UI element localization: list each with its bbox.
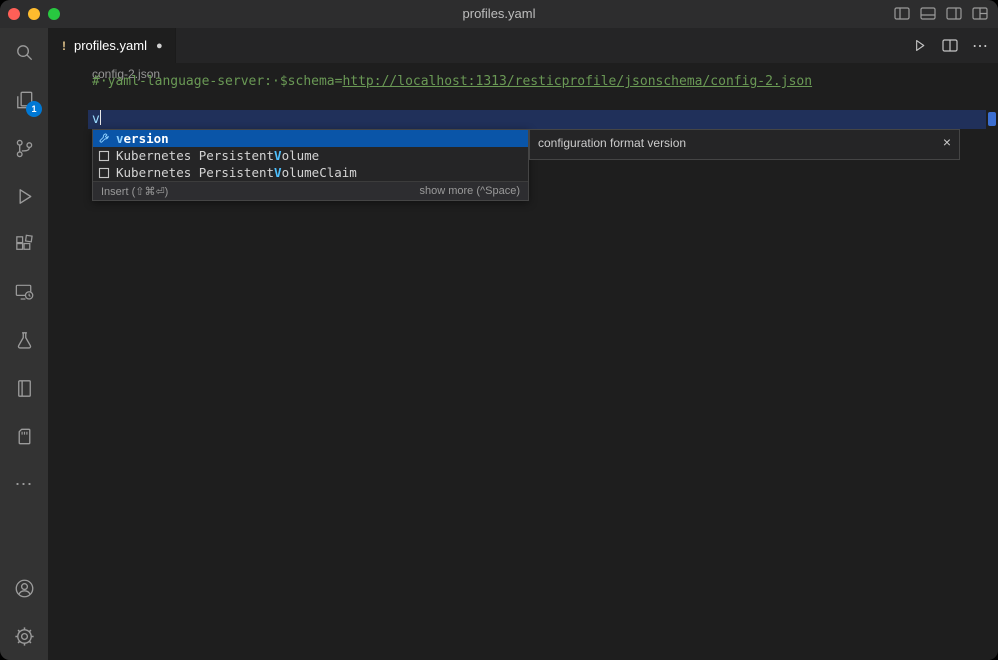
customize-layout-icon[interactable] — [972, 6, 988, 21]
suggest-item-persistentvolume[interactable]: Kubernetes PersistentVolume — [93, 147, 528, 164]
yaml-comment: #·yaml-language-server:·$schema= — [92, 74, 342, 89]
run-and-debug-icon — [13, 185, 36, 208]
flask-icon — [13, 329, 36, 352]
sd-card-icon — [13, 425, 36, 448]
suggest-item-version[interactable]: version — [93, 130, 528, 147]
code-line-cursor[interactable]: v — [92, 110, 101, 129]
tab-bar: ! profiles.yaml ● ⋯ — [48, 28, 998, 63]
activitybar-item-remote-explorer[interactable] — [0, 268, 48, 316]
source-control-icon — [13, 137, 36, 160]
snippet-kind-icon — [97, 149, 111, 163]
suggest-show-more-hint[interactable]: show more (^Space) — [419, 185, 520, 197]
explorer-badge: 1 — [26, 101, 42, 117]
code-line-comment[interactable]: #·yaml-language-server:·$schema=http://l… — [92, 72, 812, 91]
run-button[interactable] — [911, 37, 928, 54]
suggest-insert-hint[interactable]: Insert (⇧⌘⏎) — [101, 185, 168, 198]
gear-icon — [13, 625, 36, 648]
tab-label: profiles.yaml — [74, 38, 147, 53]
yaml-file-icon: ! — [60, 39, 68, 53]
typed-text: v — [92, 112, 100, 127]
current-line-highlight — [88, 110, 986, 129]
remote-explorer-icon — [13, 281, 36, 304]
account-icon — [13, 577, 36, 600]
suggest-widget: version Kubernetes PersistentVolume Kube… — [92, 129, 529, 201]
split-editor-button[interactable] — [942, 38, 958, 53]
window-title: profiles.yaml — [0, 0, 998, 28]
suggest-doc-text: configuration format version — [538, 136, 686, 150]
activity-bar: 1 ⋯ — [0, 28, 48, 660]
search-icon — [13, 41, 36, 64]
close-icon[interactable]: × — [943, 134, 951, 150]
titlebar: profiles.yaml — [0, 0, 998, 28]
snippet-kind-icon — [97, 166, 111, 180]
activitybar-item-explorer[interactable]: 1 — [0, 76, 48, 124]
activitybar-item-source-control[interactable] — [0, 124, 48, 172]
overview-ruler-cursor-marker[interactable] — [988, 112, 996, 126]
activitybar-item-storage[interactable] — [0, 412, 48, 460]
toggle-secondary-sidebar-icon[interactable] — [946, 6, 962, 21]
activitybar-item-search[interactable] — [0, 28, 48, 76]
suggest-label: Kubernetes PersistentVolumeClaim — [116, 165, 357, 180]
activitybar-item-run-debug[interactable] — [0, 172, 48, 220]
activitybar-item-testing[interactable] — [0, 316, 48, 364]
suggest-item-persistentvolumeclaim[interactable]: Kubernetes PersistentVolumeClaim — [93, 164, 528, 181]
activitybar-item-notebook[interactable] — [0, 364, 48, 412]
suggest-doc-panel: configuration format version × — [529, 129, 960, 160]
activitybar-item-extensions[interactable] — [0, 220, 48, 268]
activitybar-item-accounts[interactable] — [0, 564, 48, 612]
ellipsis-icon: ⋯ — [15, 474, 34, 495]
tab-profiles-yaml[interactable]: ! profiles.yaml ● — [48, 28, 176, 63]
toggle-panel-icon[interactable] — [920, 6, 936, 21]
property-kind-icon — [97, 132, 111, 146]
activitybar-item-settings[interactable] — [0, 612, 48, 660]
editor-group: ! profiles.yaml ● ⋯ config-2.json #·yaml… — [48, 28, 998, 660]
toggle-primary-sidebar-icon[interactable] — [894, 6, 910, 21]
suggest-label: version — [116, 131, 169, 146]
suggest-label: Kubernetes PersistentVolume — [116, 148, 319, 163]
extensions-icon — [13, 233, 36, 256]
vscode-window: profiles.yaml 1 — [0, 0, 998, 660]
suggest-status-bar: Insert (⇧⌘⏎) show more (^Space) — [93, 181, 528, 200]
more-actions-button[interactable]: ⋯ — [972, 36, 988, 56]
activitybar-item-more-views[interactable]: ⋯ — [0, 460, 48, 508]
modified-dot-icon[interactable]: ● — [156, 40, 163, 52]
notebook-icon — [13, 377, 36, 400]
text-cursor — [100, 110, 102, 125]
schema-link[interactable]: http://localhost:1313/resticprofile/json… — [342, 74, 812, 89]
